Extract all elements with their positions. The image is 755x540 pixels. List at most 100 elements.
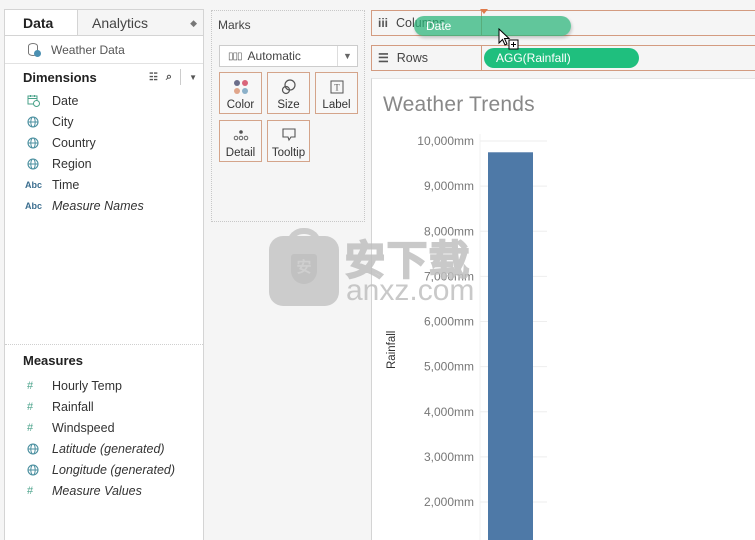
field-label: Rainfall (52, 399, 94, 414)
dragging-date-pill[interactable]: Date (414, 16, 571, 36)
tab-analytics[interactable]: Analytics ◆ (78, 10, 203, 35)
data-pane: Data Analytics ◆ Weather Data Dimensions… (4, 9, 204, 540)
mark-type-value: Automatic (247, 49, 301, 63)
abc-icon: Abc (25, 179, 43, 190)
measures-title: Measures (23, 352, 83, 368)
field-item[interactable]: # Hourly Temp (5, 375, 203, 396)
field-item[interactable]: Region (5, 153, 203, 174)
dropdown-arrow-icon[interactable]: ▼ (189, 73, 197, 82)
field-label: Region (52, 156, 92, 171)
field-item[interactable]: Abc Time (5, 174, 203, 195)
field-item[interactable]: Country (5, 132, 203, 153)
field-label: Hourly Temp (52, 378, 122, 393)
datasource-name: Weather Data (51, 42, 125, 57)
field-label: Latitude (generated) (52, 441, 165, 456)
y-tick-label: 6,000mm (424, 315, 474, 329)
search-icon[interactable]: ⌕ (166, 71, 172, 84)
size-icon (281, 77, 297, 97)
hash-icon: # (27, 379, 34, 392)
bar[interactable] (488, 152, 533, 540)
y-tick-label: 10,000mm (417, 134, 474, 148)
tooltip-button[interactable]: Tooltip (267, 120, 310, 162)
y-tick-label: 8,000mm (424, 224, 474, 238)
updown-arrows-icon[interactable]: ◆ (190, 10, 197, 36)
tooltip-label: Tooltip (271, 147, 306, 159)
y-tick-label: 7,000mm (424, 269, 474, 283)
dimensions-title: Dimensions (23, 69, 97, 85)
color-dot (233, 80, 240, 86)
tab-data[interactable]: Data (5, 10, 78, 35)
field-item[interactable]: Date (5, 90, 203, 111)
y-tick-label: 3,000mm (424, 450, 474, 464)
y-tick-label: 2,000mm (424, 495, 474, 509)
rows-shelf-label: ☰ Rows (372, 46, 482, 70)
mark-type-dropdown[interactable]: ▯▯▯ Automatic ▼ (219, 45, 358, 67)
globe-icon (5, 442, 52, 455)
size-button[interactable]: Size (267, 72, 310, 114)
size-label: Size (277, 99, 300, 111)
detail-button[interactable]: Detail (219, 120, 262, 162)
field-item[interactable]: # Measure Values (5, 480, 203, 501)
field-label: Windspeed (52, 420, 115, 435)
rows-label: Rows (396, 51, 429, 65)
field-item[interactable]: # Rainfall (5, 396, 203, 417)
bar-chart-icon: ▯▯▯ (228, 50, 242, 62)
y-tick-label: 5,000mm (424, 360, 474, 374)
drag-cursor-icon (498, 28, 519, 50)
watermark-bag-icon: 安 (269, 228, 339, 306)
label-button[interactable]: T Label (315, 72, 358, 114)
color-button[interactable]: Color (219, 72, 262, 114)
abc-icon: Abc (25, 200, 43, 211)
list-view-icon[interactable]: ☷ (149, 72, 158, 83)
dimensions-list: Date City Country Region Abc Time Abc Measure N… (5, 90, 203, 216)
datasource-item[interactable]: Weather Data (5, 36, 203, 64)
drop-indicator (480, 9, 488, 14)
field-label: Longitude (generated) (52, 462, 176, 477)
y-tick-label: 9,000mm (424, 179, 474, 193)
globe-icon (5, 463, 52, 476)
globe-icon (5, 157, 52, 170)
columns-icon: iii (378, 16, 389, 30)
tooltip-icon (281, 125, 297, 145)
field-item[interactable]: City (5, 111, 203, 132)
marks-title: Marks (218, 18, 251, 32)
divider (180, 69, 182, 85)
globe-icon (5, 136, 52, 149)
watermark-shield: 安 (291, 254, 317, 284)
field-item[interactable]: Abc Measure Names (5, 195, 203, 216)
detail-icon (233, 125, 249, 145)
hash-icon: # (27, 484, 34, 497)
tab-analytics-label: Analytics (92, 15, 149, 31)
tableau-workspace: Data Analytics ◆ Weather Data Dimensions… (0, 0, 755, 540)
field-label: City (52, 114, 74, 129)
rows-icon: ☰ (378, 51, 389, 65)
color-label: Color (226, 99, 255, 111)
color-dot (233, 88, 240, 94)
color-dot (241, 88, 248, 94)
field-item[interactable]: # Windspeed (5, 417, 203, 438)
rows-shelf[interactable]: ☰ Rows AGG(Rainfall) (371, 45, 755, 71)
measures-header: Measures (5, 345, 203, 375)
calendar-icon (5, 94, 52, 107)
chevron-down-icon: ▼ (337, 46, 357, 66)
hash-icon: # (27, 421, 34, 434)
dimensions-header: Dimensions ☷ ⌕ ▼ (5, 64, 203, 90)
field-label: Time (52, 177, 80, 192)
field-label: Date (52, 93, 79, 108)
color-dot (241, 80, 248, 86)
svg-text:T: T (334, 83, 340, 93)
y-tick-label: 4,000mm (424, 405, 474, 419)
detail-label: Detail (225, 147, 256, 159)
field-item[interactable]: Latitude (generated) (5, 438, 203, 459)
globe-icon (5, 115, 52, 128)
field-item[interactable]: Longitude (generated) (5, 459, 203, 480)
field-label: Country (52, 135, 96, 150)
bar-chart: 2,000mm 3,000mm 4,000mm 5,000mm 6,000mm 7,000… (417, 134, 547, 540)
chart-view: Weather Trends Rainfall 2,000mm 3,000mm 4,… (371, 78, 755, 540)
label-icon: T (330, 77, 344, 97)
measures-section: Measures # Hourly Temp # Rainfall # Windspeed… (5, 344, 203, 501)
measures-list: # Hourly Temp # Rainfall # Windspeed Latitude … (5, 375, 203, 501)
database-check-icon (27, 42, 41, 58)
field-label: Measure Values (52, 483, 142, 498)
label-label: Label (322, 99, 351, 111)
